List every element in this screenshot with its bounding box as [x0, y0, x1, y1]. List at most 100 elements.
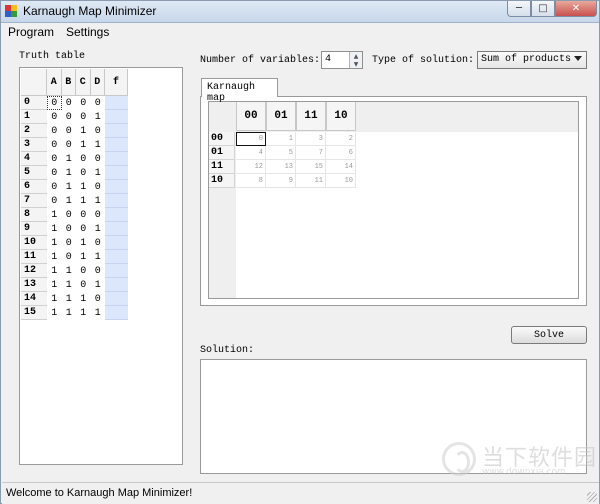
truth-table-cell: 0: [61, 208, 76, 222]
truth-table-f-cell[interactable]: [105, 124, 128, 138]
truth-table-f-cell[interactable]: [105, 278, 128, 292]
kmap-cell[interactable]: 3: [296, 132, 326, 146]
truth-table-f-cell[interactable]: [105, 180, 128, 194]
kmap-cell[interactable]: 15: [296, 160, 326, 174]
truth-table-cell: 0: [61, 96, 76, 110]
truth-table-cell: 1: [47, 292, 62, 306]
tab-karnaugh-map[interactable]: Karnaugh map: [201, 78, 278, 104]
title-bar[interactable]: Karnaugh Map Minimizer ─ □ ✕: [1, 1, 599, 23]
truth-table-cell: 0: [47, 152, 62, 166]
truth-table-f-cell[interactable]: [105, 264, 128, 278]
truth-table-row-index: 12: [21, 264, 47, 278]
truth-table-f-cell[interactable]: [105, 306, 128, 320]
truth-table[interactable]: ABCDf00000100012001030011401005010160110…: [19, 67, 183, 465]
truth-table-cell: 1: [47, 236, 62, 250]
truth-table-row-index: 8: [21, 208, 47, 222]
window-controls: ─ □ ✕: [507, 1, 597, 19]
kmap-cell[interactable]: 12: [236, 160, 266, 174]
truth-table-cell: 1: [76, 236, 91, 250]
truth-table-row-index: 5: [21, 166, 47, 180]
variables-value[interactable]: 4: [325, 54, 331, 65]
menu-program[interactable]: Program: [8, 25, 54, 39]
truth-table-cell: 1: [76, 124, 91, 138]
solution-type-select[interactable]: Sum of products: [477, 51, 587, 69]
truth-table-cell: 0: [47, 138, 62, 152]
kmap-cell[interactable]: 1: [266, 132, 296, 146]
truth-table-header: f: [105, 69, 128, 96]
kmap-cell[interactable]: 13: [266, 160, 296, 174]
kmap-row-header: 10: [209, 174, 235, 188]
truth-table-f-cell[interactable]: [105, 236, 128, 250]
truth-table-cell: 1: [47, 278, 62, 292]
truth-table-cell: 1: [76, 306, 91, 320]
truth-table-row-index: 4: [21, 152, 47, 166]
kmap-cell[interactable]: 4: [236, 146, 266, 160]
truth-table-cell: 1: [76, 194, 91, 208]
kmap-cell[interactable]: 0: [236, 132, 266, 146]
truth-table-cell: 0: [47, 180, 62, 194]
truth-table-cell: 1: [90, 194, 105, 208]
truth-table-f-cell[interactable]: [105, 138, 128, 152]
truth-table-cell: 0: [61, 222, 76, 236]
kmap-cell[interactable]: 9: [266, 174, 296, 188]
kmap-cell[interactable]: 10: [326, 174, 356, 188]
truth-table-cell: 0: [47, 124, 62, 138]
truth-table-f-cell[interactable]: [105, 96, 128, 110]
kmap-col-header: 11: [296, 102, 326, 131]
resize-grip-icon[interactable]: [587, 492, 597, 502]
karnaugh-map-grid[interactable]: 00 01 11 10 00 01 11 10 0 1 3 2 4 5 7 6 12 13 15 14 8 9 11 10: [208, 101, 579, 299]
truth-table-cell: 0: [90, 292, 105, 306]
truth-table-cell: 1: [47, 250, 62, 264]
truth-table-f-cell[interactable]: [105, 194, 128, 208]
spinner-down-icon[interactable]: ▼: [350, 60, 362, 68]
kmap-cell[interactable]: 8: [236, 174, 266, 188]
truth-table-f-cell[interactable]: [105, 208, 128, 222]
truth-table-corner: [21, 69, 47, 96]
truth-table-row-index: 6: [21, 180, 47, 194]
truth-table-row-index: 0: [21, 96, 47, 110]
truth-table-f-cell[interactable]: [105, 152, 128, 166]
kmap-cell[interactable]: 14: [326, 160, 356, 174]
truth-table-f-cell[interactable]: [105, 166, 128, 180]
truth-table-f-cell[interactable]: [105, 292, 128, 306]
kmap-cell[interactable]: 6: [326, 146, 356, 160]
maximize-button[interactable]: □: [531, 1, 555, 17]
kmap-col-header: 00: [236, 102, 266, 131]
kmap-cell[interactable]: 11: [296, 174, 326, 188]
tab-label: Karnaugh map: [207, 82, 256, 104]
truth-table-f-cell[interactable]: [105, 222, 128, 236]
truth-table-cell: 0: [90, 208, 105, 222]
truth-table-f-cell[interactable]: [105, 250, 128, 264]
kmap-cell[interactable]: 5: [266, 146, 296, 160]
window-title: Karnaugh Map Minimizer: [23, 4, 157, 18]
truth-table-f-cell[interactable]: [105, 110, 128, 124]
truth-table-label: Truth table: [19, 51, 86, 62]
kmap-cell[interactable]: 7: [296, 146, 326, 160]
solve-button[interactable]: Solve: [511, 326, 587, 344]
menu-settings[interactable]: Settings: [66, 25, 109, 39]
truth-table-cell: 1: [47, 306, 62, 320]
truth-table-cell: 1: [90, 250, 105, 264]
truth-table-cell: 1: [76, 180, 91, 194]
truth-table-cell: 0: [90, 264, 105, 278]
truth-table-cell: 0: [76, 222, 91, 236]
minimize-button[interactable]: ─: [507, 1, 531, 17]
status-bar: Welcome to Karnaugh Map Minimizer!: [2, 482, 599, 504]
truth-table-row-index: 15: [21, 306, 47, 320]
truth-table-row-index: 10: [21, 236, 47, 250]
close-button[interactable]: ✕: [555, 1, 597, 17]
truth-table-cell: 1: [61, 180, 76, 194]
maximize-icon: □: [538, 3, 548, 14]
truth-table-cell: 1: [61, 166, 76, 180]
kmap-cell[interactable]: 2: [326, 132, 356, 146]
kmap-row-header: 00: [209, 132, 235, 146]
variables-spinner[interactable]: 4 ▲ ▼: [321, 51, 363, 69]
kmap-col-header: 10: [326, 102, 356, 131]
truth-table-cell: 1: [90, 306, 105, 320]
truth-table-cell: 1: [90, 222, 105, 236]
truth-table-cell: 0: [76, 278, 91, 292]
app-icon: [5, 5, 19, 18]
menu-bar: Program Settings: [2, 23, 599, 41]
truth-table-row-index: 7: [21, 194, 47, 208]
truth-table-cell: 0: [76, 166, 91, 180]
